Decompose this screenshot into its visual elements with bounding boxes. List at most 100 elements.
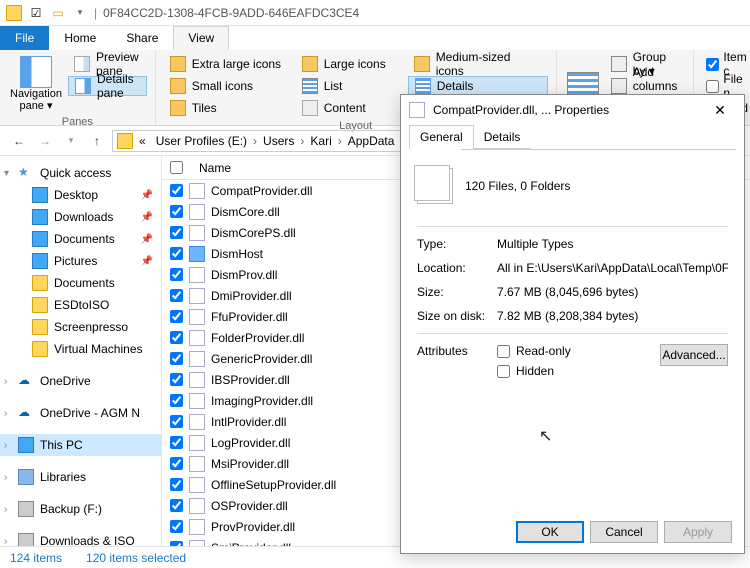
- navigation-pane-button[interactable]: Navigation pane ▾: [8, 54, 64, 114]
- add-columns-icon: [611, 78, 627, 94]
- preview-pane-icon: [74, 56, 90, 72]
- back-button[interactable]: ←: [8, 130, 30, 152]
- nav-documents2[interactable]: Documents: [0, 272, 161, 294]
- layout-details[interactable]: Details: [408, 76, 548, 96]
- tab-view[interactable]: View: [173, 26, 229, 50]
- breadcrumb-overflow[interactable]: «: [135, 134, 150, 148]
- select-all-checkbox[interactable]: [170, 161, 183, 174]
- dialog-tab-general[interactable]: General: [409, 125, 474, 149]
- dialog-tab-details[interactable]: Details: [473, 125, 532, 149]
- dialog-icon: [409, 102, 425, 118]
- layout-medium-icons[interactable]: Medium-sized icons: [408, 54, 548, 74]
- recent-locations-button[interactable]: ▾: [60, 130, 82, 152]
- group-panes: Navigation pane ▾ Preview pane Details p…: [0, 50, 156, 125]
- file-name: DismCore.dll: [211, 205, 280, 219]
- file-checkbox[interactable]: [170, 415, 183, 428]
- qat-dropdown-icon[interactable]: ▾: [72, 5, 88, 21]
- nav-downloads[interactable]: Downloads📌: [0, 206, 161, 228]
- content-icon: [302, 100, 318, 116]
- item-checkboxes-toggle[interactable]: Item c: [702, 54, 750, 74]
- file-name: SmiProvider.dll: [211, 541, 291, 547]
- layout-small-icons[interactable]: Small icons: [164, 76, 294, 96]
- nav-backup[interactable]: ›Backup (F:): [0, 498, 161, 520]
- nav-esdtoiso[interactable]: ESDtoISO: [0, 294, 161, 316]
- layout-xl-icons[interactable]: Extra large icons: [164, 54, 294, 74]
- advanced-button[interactable]: Advanced...: [660, 344, 728, 366]
- nav-quick-access[interactable]: ▾★Quick access: [0, 162, 161, 184]
- readonly-checkbox[interactable]: Read-only: [497, 344, 660, 358]
- crumb-2[interactable]: Kari: [306, 134, 335, 148]
- file-checkbox[interactable]: [170, 247, 183, 260]
- onedrive-icon: ☁: [18, 405, 34, 421]
- file-checkbox[interactable]: [170, 268, 183, 281]
- large-icon: [302, 56, 318, 72]
- new-folder-qat-icon[interactable]: ▭: [50, 5, 66, 21]
- file-checkbox[interactable]: [170, 226, 183, 239]
- forward-button[interactable]: →: [34, 130, 56, 152]
- nav-onedrive[interactable]: ›☁OneDrive: [0, 370, 161, 392]
- nav-desktop[interactable]: Desktop📌: [0, 184, 161, 206]
- file-checkbox[interactable]: [170, 184, 183, 197]
- details-icon: [415, 78, 431, 94]
- file-checkbox[interactable]: [170, 331, 183, 344]
- nav-onedrive-agm[interactable]: ›☁OneDrive - AGM N: [0, 402, 161, 424]
- cancel-button[interactable]: Cancel: [590, 521, 658, 543]
- pin-icon: 📌: [141, 256, 153, 267]
- nav-pictures[interactable]: Pictures📌: [0, 250, 161, 272]
- nav-screenpresso[interactable]: Screenpresso: [0, 316, 161, 338]
- layout-content[interactable]: Content: [296, 98, 406, 118]
- nav-dl-iso[interactable]: ›Downloads & ISO: [0, 530, 161, 546]
- nav-documents[interactable]: Documents📌: [0, 228, 161, 250]
- downloads-icon: [32, 209, 48, 225]
- tab-share[interactable]: Share: [111, 26, 173, 50]
- navigation-tree[interactable]: ▾★Quick access Desktop📌 Downloads📌 Docum…: [0, 156, 162, 546]
- location-value: All in E:\Users\Kari\AppData\Local\Temp\…: [497, 261, 728, 275]
- nav-vm[interactable]: Virtual Machines: [0, 338, 161, 360]
- layout-tiles[interactable]: Tiles: [164, 98, 294, 118]
- layout-large-icons[interactable]: Large icons: [296, 54, 406, 74]
- file-checkbox[interactable]: [170, 541, 183, 546]
- quick-access-toolbar: ☑ ▭ ▾: [6, 5, 88, 21]
- crumb-sep: ›: [253, 134, 257, 148]
- file-checkbox[interactable]: [170, 310, 183, 323]
- file-checkbox[interactable]: [170, 478, 183, 491]
- file-checkbox[interactable]: [170, 457, 183, 470]
- dll-icon: [189, 267, 205, 283]
- details-pane-button[interactable]: Details pane: [68, 76, 147, 96]
- hidden-checkbox[interactable]: Hidden: [497, 364, 660, 378]
- dll-icon: [189, 540, 205, 547]
- file-checkbox[interactable]: [170, 499, 183, 512]
- nav-this-pc[interactable]: ›This PC: [0, 434, 161, 456]
- preview-pane-button[interactable]: Preview pane: [68, 54, 147, 74]
- file-checkbox[interactable]: [170, 520, 183, 533]
- dialog-close-button[interactable]: ✕: [704, 96, 736, 124]
- file-checkbox[interactable]: [170, 373, 183, 386]
- ok-button[interactable]: OK: [516, 521, 584, 543]
- file-checkbox[interactable]: [170, 394, 183, 407]
- file-name: OfflineSetupProvider.dll: [211, 478, 336, 492]
- up-button[interactable]: ↑: [86, 130, 108, 152]
- file-ext-toggle[interactable]: File n: [702, 76, 750, 96]
- crumb-3[interactable]: AppData: [344, 134, 399, 148]
- drive-icon: [18, 501, 34, 517]
- file-checkbox[interactable]: [170, 289, 183, 302]
- status-selection: 120 items selected: [86, 551, 186, 565]
- column-name[interactable]: Name: [191, 161, 239, 175]
- properties-qat-icon[interactable]: ☑: [28, 5, 44, 21]
- file-checkbox[interactable]: [170, 352, 183, 365]
- file-name: CompatProvider.dll: [211, 184, 312, 198]
- layout-list[interactable]: List: [296, 76, 406, 96]
- dialog-titlebar[interactable]: CompatProvider.dll, ... Properties ✕: [401, 95, 744, 125]
- file-checkbox[interactable]: [170, 205, 183, 218]
- crumb-1[interactable]: Users: [259, 134, 298, 148]
- navigation-pane-label: Navigation pane ▾: [10, 88, 62, 112]
- crumb-0[interactable]: User Profiles (E:): [152, 134, 251, 148]
- file-checkbox[interactable]: [170, 436, 183, 449]
- type-value: Multiple Types: [497, 237, 728, 251]
- add-columns-button[interactable]: Add columns ▾: [605, 76, 686, 96]
- dll-icon: [189, 435, 205, 451]
- nav-libraries[interactable]: ›Libraries: [0, 466, 161, 488]
- tab-file[interactable]: File: [0, 26, 49, 50]
- tab-home[interactable]: Home: [49, 26, 111, 50]
- apply-button[interactable]: Apply: [664, 521, 732, 543]
